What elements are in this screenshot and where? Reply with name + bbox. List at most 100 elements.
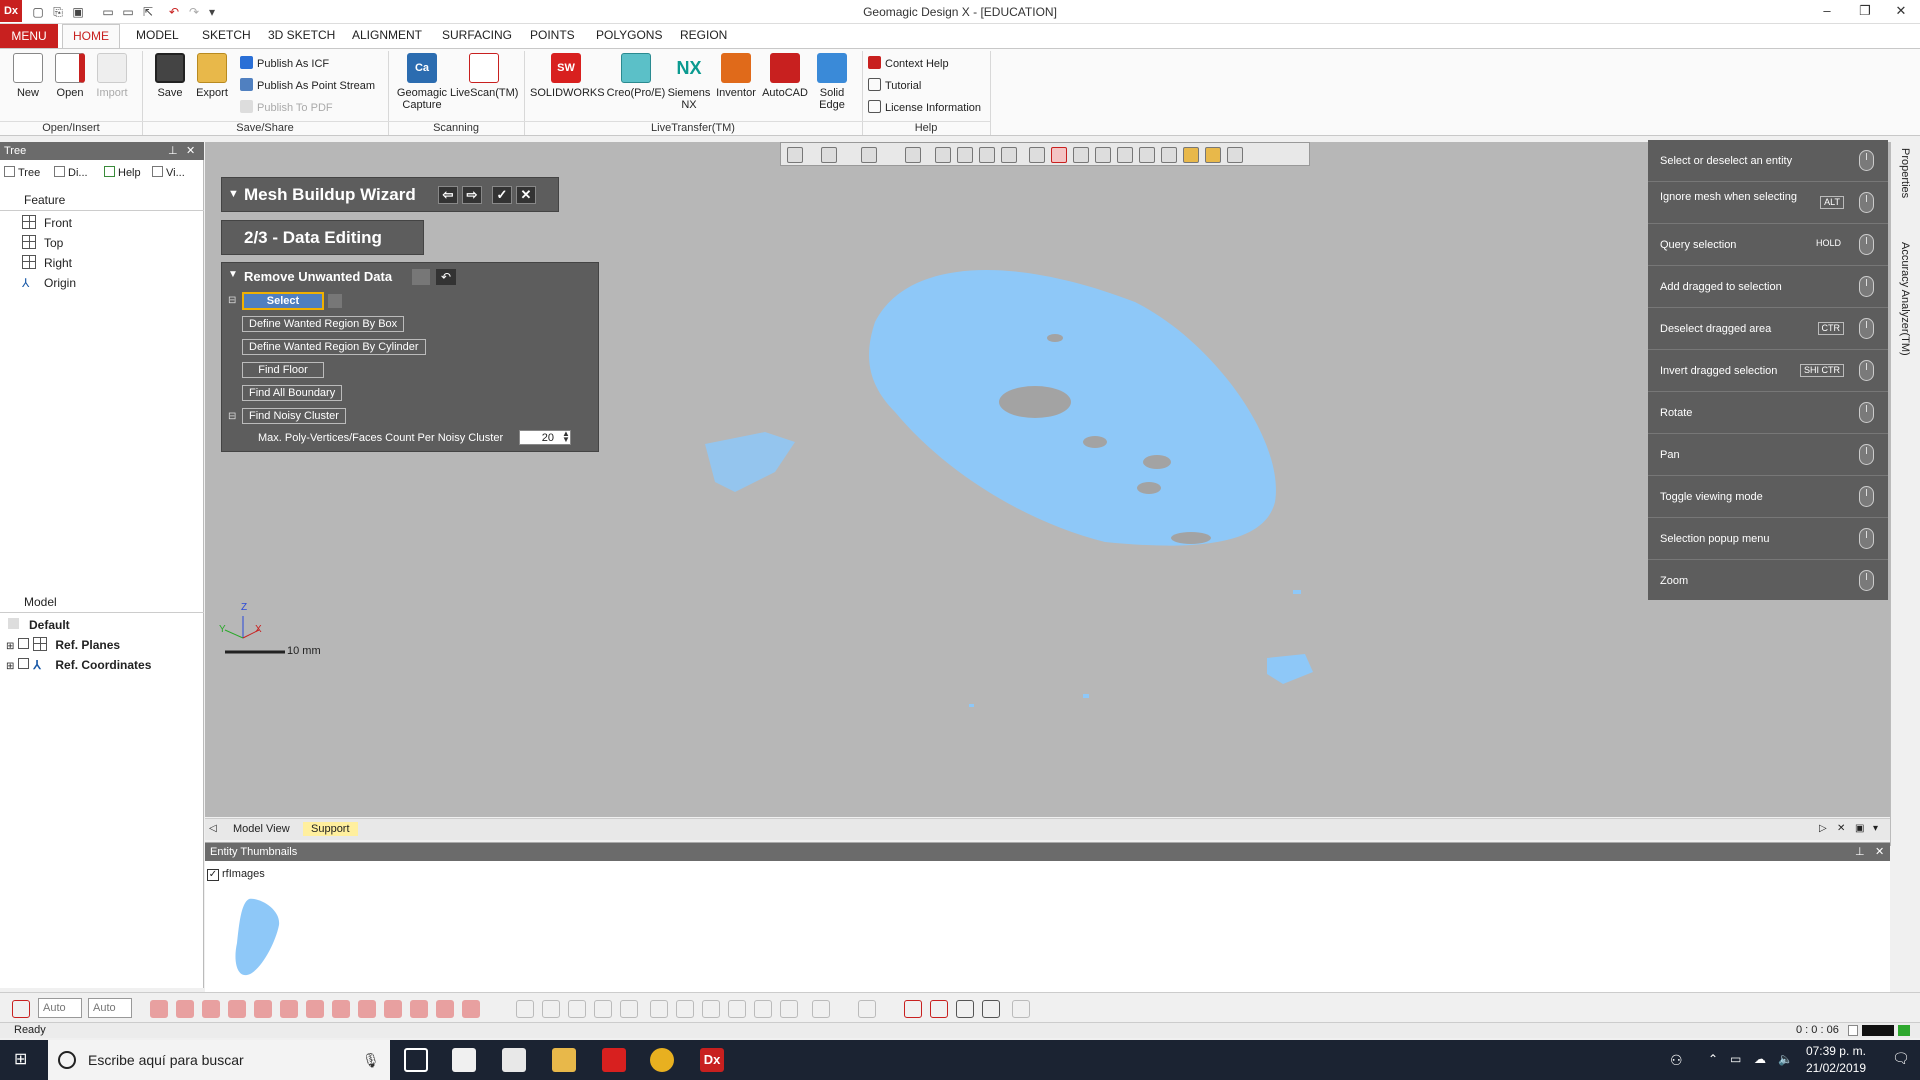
brush-select-icon[interactable]	[1161, 147, 1177, 163]
chrome-icon[interactable]	[650, 1048, 674, 1072]
publish-pdf-button[interactable]: Publish To PDF	[240, 99, 333, 117]
filter-all-icon[interactable]	[462, 1000, 480, 1018]
select-filter-dropdown-2[interactable]: Auto	[88, 998, 132, 1018]
tab-model-view[interactable]: Model View	[225, 822, 298, 836]
snap-line-icon[interactable]	[542, 1000, 560, 1018]
snap-end-icon[interactable]	[728, 1000, 746, 1018]
extend-select-icon[interactable]	[1205, 147, 1221, 163]
view-isometric-icon[interactable]	[787, 147, 803, 163]
tab-alignment[interactable]: ALIGNMENT	[352, 28, 422, 42]
line-select-icon[interactable]	[1029, 147, 1045, 163]
filter-edge-icon[interactable]	[254, 1000, 272, 1018]
measure-angle-icon[interactable]	[930, 1000, 948, 1018]
pin-icon[interactable]: ⊥	[168, 142, 178, 160]
filter-coordinate-icon[interactable]	[436, 1000, 454, 1018]
measure-radius-icon[interactable]	[956, 1000, 974, 1018]
find-floor-button[interactable]: Find Floor	[242, 362, 324, 378]
tab-3d-sketch[interactable]: 3D SKETCH	[268, 28, 335, 42]
tab-help[interactable]: Help	[104, 166, 141, 179]
tree-item-right[interactable]: Right	[22, 254, 72, 272]
tree-item-origin[interactable]: ⅄ Origin	[22, 274, 76, 292]
filter-face-icon[interactable]	[228, 1000, 246, 1018]
model-item-ref-coordinates[interactable]: ⊞ ⅄ Ref. Coordinates	[6, 656, 151, 674]
wizard-collapse-icon[interactable]: ▼	[228, 178, 239, 211]
license-information-button[interactable]: License Information	[868, 99, 981, 117]
snap-mid-icon[interactable]	[702, 1000, 720, 1018]
polygon-select-icon[interactable]	[1095, 147, 1111, 163]
view-plane-icon[interactable]	[861, 147, 877, 163]
close-panel-icon[interactable]: ✕	[1875, 843, 1884, 861]
snap-tangent-icon[interactable]	[812, 1000, 830, 1018]
tab-points[interactable]: POINTS	[530, 28, 575, 42]
tree-item-top[interactable]: Top	[22, 234, 63, 252]
filter-curve-icon[interactable]	[358, 1000, 376, 1018]
restore-icon[interactable]: ❐	[1850, 3, 1880, 21]
pin-icon[interactable]: ⊥	[1855, 843, 1865, 861]
tab-polygons[interactable]: POLYGONS	[596, 28, 662, 42]
filter-sketch-icon[interactable]	[332, 1000, 350, 1018]
import-button[interactable]: Import	[88, 53, 136, 119]
tab-tree[interactable]: Tree	[4, 166, 40, 179]
network-icon[interactable]: ▭	[1730, 1052, 1741, 1066]
taskbar-clock[interactable]: 07:39 p. m. 21/02/2019	[1806, 1043, 1866, 1077]
measure-section-icon[interactable]	[982, 1000, 1000, 1018]
new-button[interactable]: New	[4, 53, 52, 119]
creo-button[interactable]: Creo(Pro/E)	[604, 53, 668, 119]
inventor-button[interactable]: Inventor	[712, 53, 760, 119]
view-menu-icon[interactable]: ▣	[1855, 823, 1864, 834]
publish-icf-button[interactable]: Publish As ICF	[240, 55, 329, 73]
cloud-icon[interactable]: ☁	[1754, 1052, 1766, 1066]
close-view-icon[interactable]: ✕	[1837, 823, 1845, 834]
3d-viewport[interactable]: Z Y X 10 mm	[205, 142, 1890, 817]
section-view-icon[interactable]	[935, 147, 951, 163]
siemens-nx-button[interactable]: NX Siemens NX	[666, 53, 712, 119]
expand-icon[interactable]: ⊞	[6, 641, 14, 652]
export-button[interactable]: Export	[188, 53, 236, 119]
microphone-icon[interactable]: 🎙	[362, 1052, 380, 1069]
view-dropdown-icon[interactable]: ▾	[1873, 823, 1878, 834]
select-mode-icon[interactable]	[12, 1000, 30, 1018]
filter-plane-icon[interactable]	[384, 1000, 402, 1018]
solidworks-taskbar-icon[interactable]	[602, 1048, 626, 1072]
open-button[interactable]: Open	[46, 53, 94, 119]
tutorial-button[interactable]: Tutorial	[868, 77, 921, 95]
notifications-icon[interactable]: 🗨	[1892, 1050, 1910, 1067]
find-noisy-cluster-button[interactable]: Find Noisy Cluster	[242, 408, 346, 424]
model-item-ref-planes[interactable]: ⊞ Ref. Planes	[6, 636, 120, 654]
lasso-select-icon[interactable]	[1139, 147, 1155, 163]
scroll-left-icon[interactable]: ◁	[209, 823, 217, 834]
snap-center-icon[interactable]	[754, 1000, 772, 1018]
file-explorer-icon[interactable]	[552, 1048, 576, 1072]
tab-view[interactable]: Vi...	[152, 166, 185, 179]
explode-view-icon[interactable]	[1001, 147, 1017, 163]
tab-home[interactable]: HOME	[62, 24, 120, 49]
view-cube-icon[interactable]	[821, 147, 837, 163]
people-icon[interactable]: ⚇	[1670, 1052, 1683, 1069]
split-view-icon[interactable]	[979, 147, 995, 163]
find-all-boundary-button[interactable]: Find All Boundary	[242, 385, 343, 401]
filter-point-icon[interactable]	[150, 1000, 168, 1018]
save-button[interactable]: Save	[146, 53, 194, 119]
rfimages-checkbox[interactable]: ✓	[207, 869, 219, 881]
snap-circle-icon[interactable]	[568, 1000, 586, 1018]
filter-vector-icon[interactable]	[410, 1000, 428, 1018]
task-view-icon[interactable]	[404, 1048, 428, 1072]
select-button[interactable]: Select	[242, 292, 324, 310]
tab-model[interactable]: MODEL	[136, 28, 179, 42]
scroll-right-icon[interactable]: ▷	[1819, 823, 1827, 834]
layout-icon[interactable]	[858, 1000, 876, 1018]
collapse-icon[interactable]: ⊟	[228, 411, 236, 422]
snap-face-icon[interactable]	[620, 1000, 638, 1018]
tab-sketch[interactable]: SKETCH	[202, 28, 251, 42]
solid-edge-button[interactable]: Solid Edge	[808, 53, 856, 119]
design-x-taskbar-icon[interactable]: Dx	[700, 1048, 724, 1072]
properties-tab[interactable]: Properties	[1899, 148, 1911, 198]
select-option-icon[interactable]	[328, 294, 342, 308]
snap-grid-icon[interactable]	[780, 1000, 798, 1018]
tab-region[interactable]: REGION	[680, 28, 727, 42]
section-undo-icon[interactable]: ↶	[436, 269, 456, 285]
minimize-icon[interactable]: –	[1812, 3, 1842, 21]
rectangle-select-icon[interactable]	[1051, 147, 1067, 163]
thumbnail-image[interactable]	[219, 895, 299, 979]
tab-display[interactable]: Di...	[54, 166, 88, 179]
